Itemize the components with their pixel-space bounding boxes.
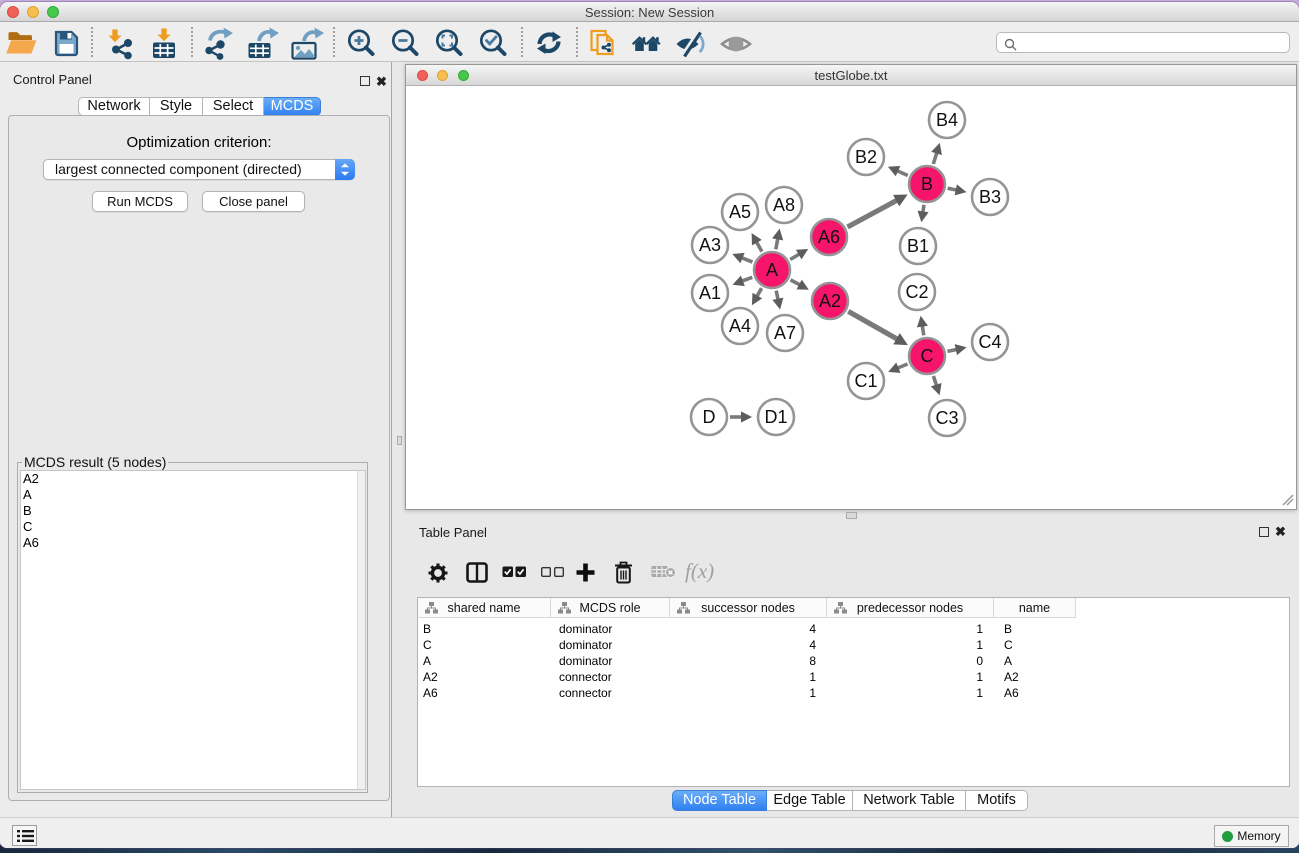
svg-text:B: B — [921, 174, 933, 194]
svg-text:C1: C1 — [854, 371, 877, 391]
svg-text:A4: A4 — [729, 316, 751, 336]
svg-text:D1: D1 — [764, 407, 787, 427]
svg-text:A2: A2 — [819, 291, 841, 311]
svg-text:C: C — [921, 346, 934, 366]
svg-text:A1: A1 — [699, 283, 721, 303]
svg-text:A7: A7 — [774, 323, 796, 343]
svg-text:A5: A5 — [729, 202, 751, 222]
svg-text:A3: A3 — [699, 235, 721, 255]
svg-text:B4: B4 — [936, 110, 958, 130]
svg-text:C3: C3 — [935, 408, 958, 428]
svg-text:A6: A6 — [818, 227, 840, 247]
svg-text:C4: C4 — [978, 332, 1001, 352]
svg-text:B3: B3 — [979, 187, 1001, 207]
svg-text:A: A — [766, 260, 778, 280]
svg-text:B2: B2 — [855, 147, 877, 167]
svg-text:A8: A8 — [773, 195, 795, 215]
svg-text:D: D — [703, 407, 716, 427]
svg-text:C2: C2 — [905, 282, 928, 302]
svg-text:B1: B1 — [907, 236, 929, 256]
